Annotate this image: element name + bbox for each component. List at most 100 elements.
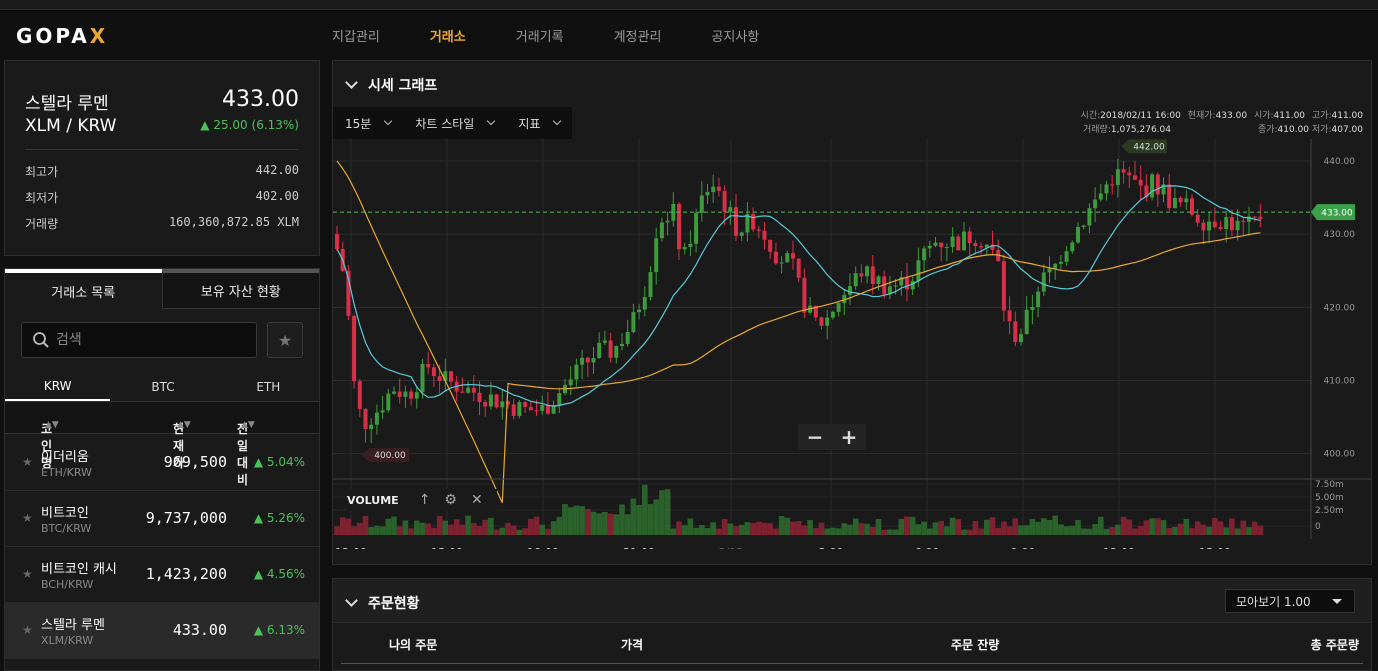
volume-bar xyxy=(875,518,882,535)
close-icon[interactable]: ✕ xyxy=(471,492,483,508)
candle xyxy=(363,408,368,430)
star-icon[interactable]: ★ xyxy=(22,511,33,525)
zoom-out-button[interactable]: − xyxy=(798,424,832,450)
chevron-down-icon[interactable] xyxy=(345,594,358,607)
candle xyxy=(762,230,767,240)
tab-market-btc[interactable]: BTC xyxy=(110,372,215,401)
coin-row-xlm[interactable]: ★ 스텔라 루멘 XLM/KRW 433.00 ▲ 6.13% xyxy=(5,603,319,659)
candle xyxy=(648,272,653,298)
star-icon[interactable]: ★ xyxy=(22,567,33,581)
candle xyxy=(374,412,379,425)
candle xyxy=(1218,227,1223,229)
volume-bar xyxy=(602,511,608,535)
candle xyxy=(910,280,915,290)
tab-exchange-list[interactable]: 거래소 목록 xyxy=(5,269,162,309)
arrow-up-icon[interactable]: ↑ xyxy=(419,492,431,508)
candle xyxy=(1178,197,1183,203)
volume-bar xyxy=(841,523,848,535)
volume-bar xyxy=(1166,527,1172,535)
volume-indicator-bar: VOLUME ↑ ⚙ ✕ xyxy=(347,489,497,511)
nav-account[interactable]: 계정관리 xyxy=(614,26,662,45)
candlestick-chart[interactable]: 440.00 430.00 420.00 410.00 400.00 12:00 15:00… xyxy=(333,139,1371,549)
candle xyxy=(511,404,516,416)
gopax-logo[interactable]: GOPAX xyxy=(16,24,108,48)
chart-panel-header[interactable]: 시세 그래프 xyxy=(345,75,437,95)
nav-notice[interactable]: 공지사항 xyxy=(711,26,759,45)
divider xyxy=(341,663,1363,664)
candle xyxy=(1184,198,1189,203)
volume-bar xyxy=(944,526,950,535)
main-nav: 지갑관리 거래소 거래기록 계정관리 공지사항 xyxy=(332,26,809,45)
volume-bar xyxy=(351,526,357,535)
volume-bar xyxy=(425,523,431,535)
candle xyxy=(933,242,938,246)
chart-style-select[interactable]: 차트 스타일 xyxy=(403,107,506,139)
tab-market-eth[interactable]: ETH xyxy=(216,372,319,401)
volume-bar xyxy=(955,519,962,535)
candle xyxy=(1172,197,1177,209)
volume-bar xyxy=(761,522,768,535)
candle xyxy=(785,253,790,263)
candle xyxy=(802,277,807,313)
candle xyxy=(397,391,402,397)
nav-exchange[interactable]: 거래소 xyxy=(430,26,466,45)
favorite-filter-button[interactable]: ★ xyxy=(267,322,303,358)
candle xyxy=(449,371,453,382)
candle xyxy=(870,266,875,284)
indicator-select[interactable]: 지표 xyxy=(506,107,572,139)
ohlc-readout: 시간:2018/02/11 16:00 현재가:433.00 시가:411.00… xyxy=(1080,111,1363,135)
coin-price: 433.00 xyxy=(222,87,299,112)
volume-bar xyxy=(790,521,796,535)
zoom-in-button[interactable]: + xyxy=(832,424,866,450)
candle xyxy=(545,405,550,414)
volume-bar xyxy=(1012,518,1019,535)
volume-label: VOLUME xyxy=(347,493,399,507)
chevron-down-icon[interactable] xyxy=(345,76,358,89)
candle xyxy=(659,222,664,239)
volume-bar xyxy=(1251,521,1258,535)
tab-market-krw[interactable]: KRW xyxy=(5,372,111,401)
volume-bar xyxy=(664,489,671,535)
volume-bar xyxy=(385,518,392,535)
volume-bar xyxy=(995,527,1001,535)
coin-row-btc[interactable]: ★ 비트코인 BTC/KRW 9,737,000 ▲ 5.26% xyxy=(5,491,319,547)
volume-bar xyxy=(949,517,956,535)
tab-holdings[interactable]: 보유 자산 현황 xyxy=(161,269,319,309)
candle xyxy=(773,251,778,264)
candle xyxy=(865,266,870,277)
chart-toolbar: 15분 차트 스타일 지표 xyxy=(333,107,573,139)
aggregate-select[interactable]: 모아보기 1.00 xyxy=(1225,589,1355,613)
star-icon[interactable]: ★ xyxy=(22,623,33,637)
order-panel-title[interactable]: 주문현황 xyxy=(345,593,420,613)
candle xyxy=(944,246,949,248)
volume-bar xyxy=(773,528,779,535)
candle xyxy=(956,236,961,251)
candle xyxy=(568,379,573,386)
volume-bar xyxy=(1194,521,1201,535)
gear-icon[interactable]: ⚙ xyxy=(444,492,457,508)
y-tick-label: 400.00 xyxy=(1324,450,1356,460)
volume-bar xyxy=(556,516,563,535)
search-input[interactable] xyxy=(56,332,246,348)
volume-bar xyxy=(379,526,386,535)
nav-history[interactable]: 거래기록 xyxy=(516,26,564,45)
candle xyxy=(1036,291,1041,307)
star-icon[interactable]: ★ xyxy=(22,455,33,469)
volume-bar xyxy=(704,528,711,535)
volume-bar xyxy=(493,529,500,535)
search-box xyxy=(21,322,257,358)
candle xyxy=(642,297,647,310)
candle xyxy=(1081,225,1086,228)
volume-bar xyxy=(642,484,648,535)
coin-row-eth[interactable]: ★ 이더리움 ETH/KRW 969,500 ▲ 5.04% xyxy=(5,435,319,491)
interval-select[interactable]: 15분 xyxy=(333,107,403,139)
col-my-order: 나의 주문 xyxy=(389,638,438,652)
volume-bar xyxy=(1035,521,1041,535)
candle xyxy=(1076,227,1080,243)
candle xyxy=(927,245,932,249)
coin-row-bch[interactable]: ★ 비트코인 캐시 BCH/KRW 1,423,200 ▲ 4.56% xyxy=(5,547,319,603)
volume-bar xyxy=(505,522,511,535)
candle xyxy=(352,315,357,382)
nav-wallet[interactable]: 지갑관리 xyxy=(332,26,380,45)
volume-bar xyxy=(966,529,973,535)
